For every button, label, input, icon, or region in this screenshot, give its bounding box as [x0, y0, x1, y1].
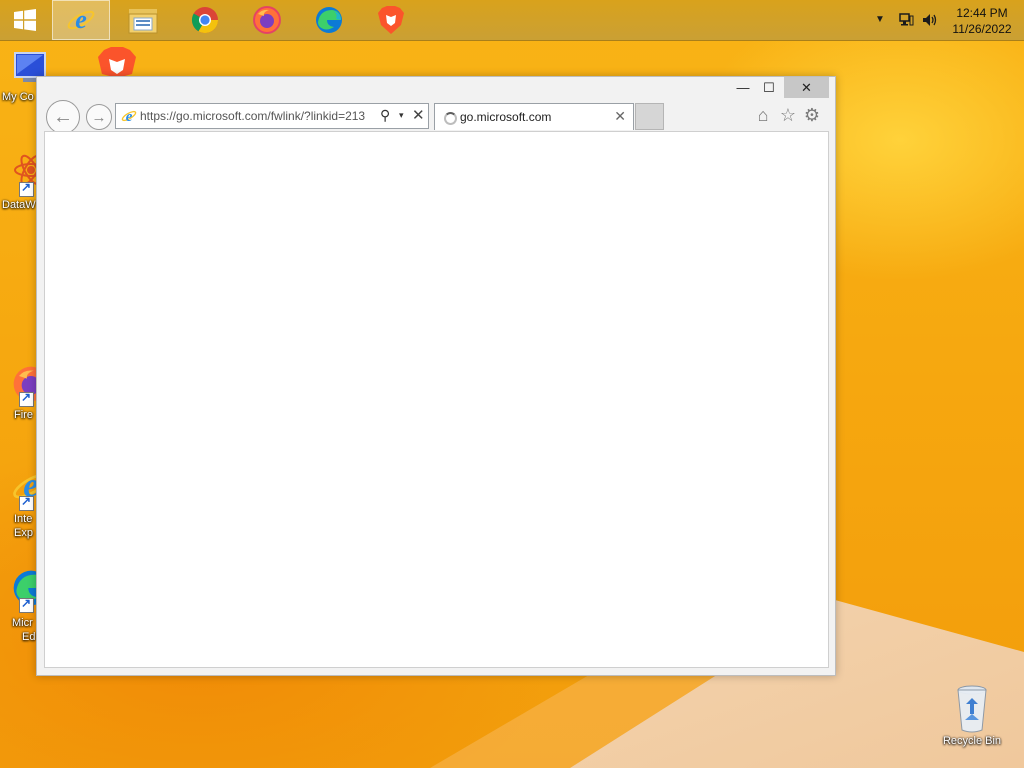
taskbar-chrome[interactable]	[176, 0, 234, 40]
clock-time: 12:44 PM	[956, 6, 1008, 20]
volume-icon[interactable]	[921, 12, 937, 28]
internet-explorer-icon: e	[67, 5, 95, 34]
desktop-icon-label: Recycle Bin	[942, 735, 1002, 747]
taskbar-internet-explorer[interactable]: e	[52, 0, 110, 40]
taskbar-firefox[interactable]	[238, 0, 296, 40]
chrome-icon	[191, 7, 219, 34]
taskbar-brave[interactable]	[362, 0, 420, 40]
close-button[interactable]: ✕	[784, 77, 829, 98]
clock-date: 11/26/2022	[952, 22, 1012, 36]
page-content-area[interactable]	[44, 131, 829, 668]
firefox-icon	[253, 6, 281, 34]
gear-icon[interactable]: ⚙	[801, 104, 823, 126]
home-icon[interactable]: ⌂	[752, 104, 774, 126]
taskbar-edge[interactable]	[300, 0, 358, 40]
start-button[interactable]	[0, 0, 50, 40]
tab-title: go.microsoft.com	[460, 110, 552, 124]
shortcut-arrow-icon	[19, 596, 34, 613]
search-icon[interactable]: ⚲	[380, 107, 390, 124]
address-bar[interactable]: e https://go.microsoft.com/fwlink/?linki…	[115, 103, 429, 129]
new-tab-button[interactable]	[635, 103, 664, 130]
back-button[interactable]: ←	[46, 100, 80, 134]
taskbar-file-explorer[interactable]	[114, 0, 172, 40]
windows-logo-icon	[14, 9, 36, 31]
tray-expand-icon[interactable]: ▼	[875, 14, 885, 25]
forward-button[interactable]: →	[86, 104, 112, 130]
shortcut-arrow-icon	[19, 180, 34, 197]
site-ie-icon: e	[121, 109, 137, 124]
brave-icon	[378, 6, 404, 34]
network-icon[interactable]	[898, 12, 914, 28]
shortcut-arrow-icon	[19, 494, 34, 511]
taskbar: e ▼ 12:44 PM 11/26/2022	[0, 0, 1024, 41]
loading-spinner-icon	[444, 112, 457, 125]
shortcut-arrow-icon	[19, 390, 34, 407]
tab-active[interactable]: go.microsoft.com ✕	[434, 103, 634, 130]
desktop-icon-recycle-bin[interactable]: Recycle Bin	[937, 684, 1007, 748]
tab-close-icon[interactable]: ✕	[614, 108, 626, 125]
file-explorer-icon	[128, 9, 158, 34]
favorites-star-icon[interactable]: ☆	[777, 104, 799, 126]
browser-window: — ☐ ✕ ← → e https://go.microsoft.com/fwl…	[36, 76, 836, 676]
minimize-button[interactable]: —	[730, 77, 756, 98]
address-url[interactable]: https://go.microsoft.com/fwlink/?linkid=…	[140, 109, 378, 123]
maximize-button[interactable]: ☐	[756, 77, 782, 98]
stop-icon[interactable]: ✕	[412, 106, 425, 124]
brave-desktop-icon[interactable]	[96, 46, 138, 78]
taskbar-clock[interactable]: 12:44 PM 11/26/2022	[944, 5, 1020, 37]
svg-text:e: e	[75, 5, 87, 34]
recycle-bin-icon	[957, 685, 987, 733]
chevron-down-icon[interactable]: ▾	[399, 110, 404, 121]
svg-text:e: e	[126, 109, 133, 124]
edge-icon	[316, 7, 342, 33]
